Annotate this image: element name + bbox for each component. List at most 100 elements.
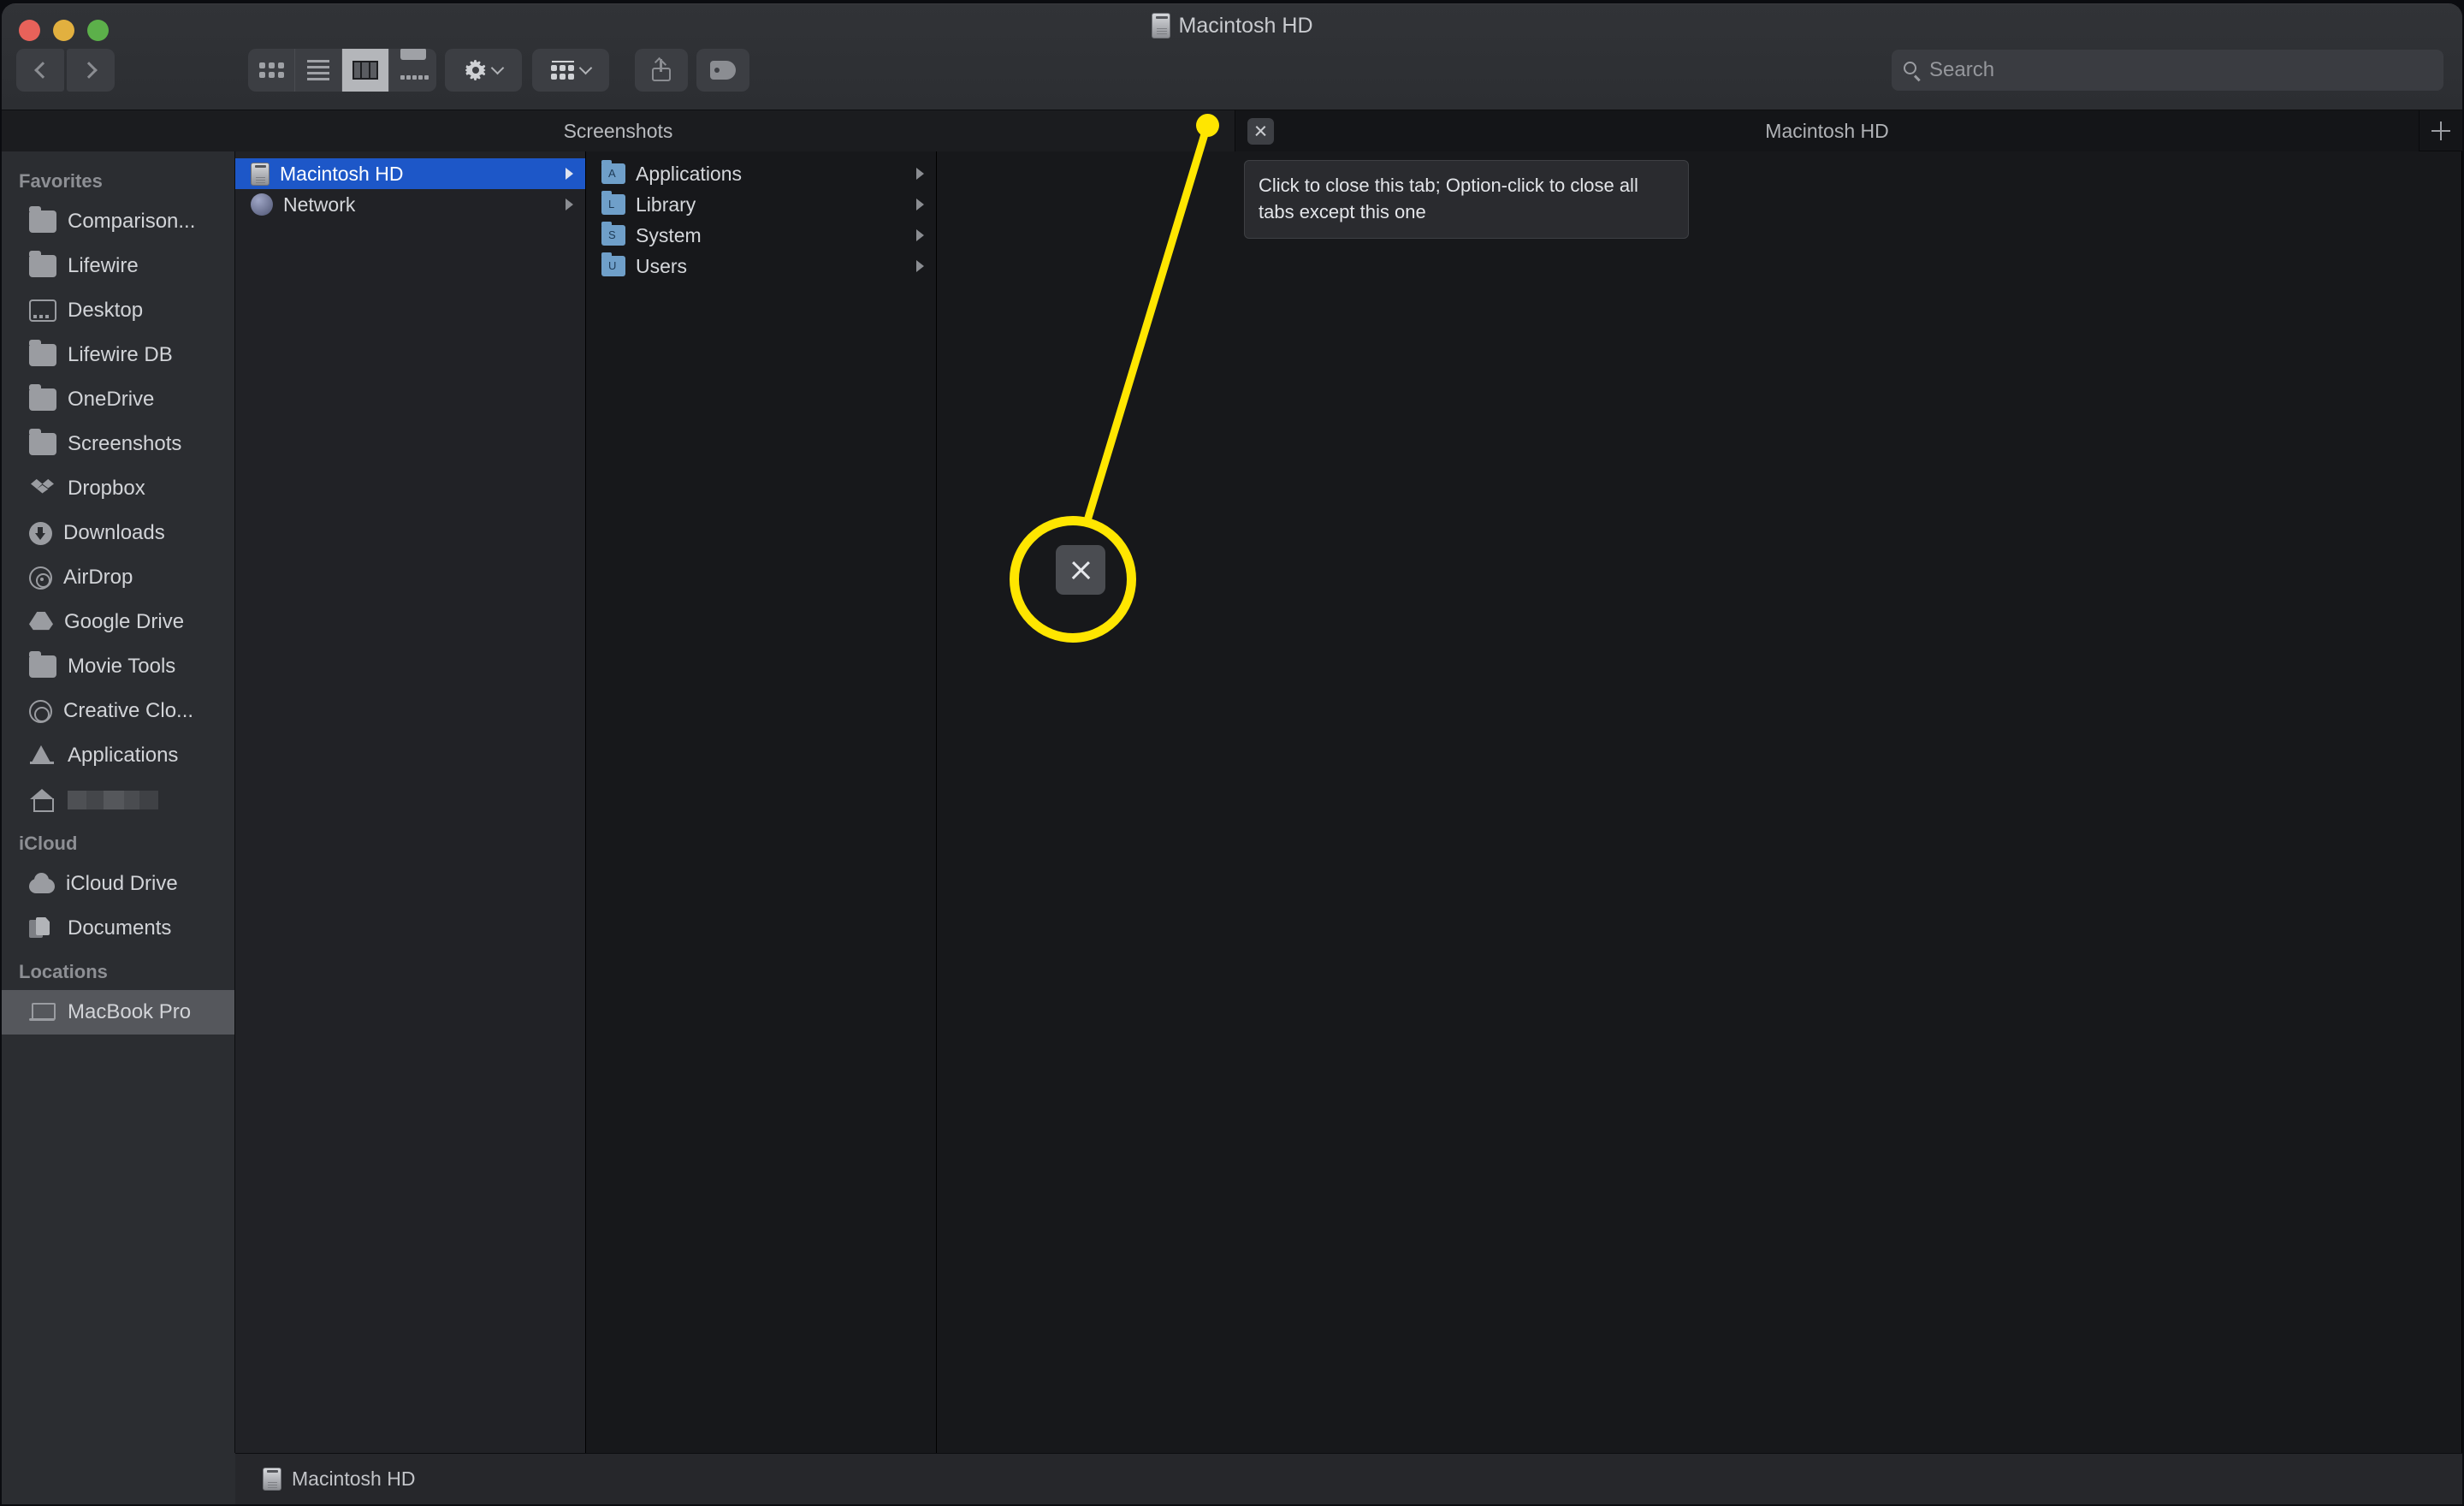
column-row-label: Network [283, 193, 356, 216]
sidebar-item-creative-cloud[interactable]: Creative Clo... [2, 689, 234, 733]
sidebar-item-comparison[interactable]: Comparison... [2, 199, 234, 244]
tab-label: Screenshots [563, 119, 673, 142]
forward-button[interactable] [67, 49, 115, 92]
sidebar-section-header-locations: Locations [19, 961, 108, 982]
column-row-label: Macintosh HD [280, 162, 404, 185]
column-view-button[interactable] [342, 49, 389, 92]
column-row-label: System [636, 223, 702, 246]
blue-folder-icon: A [601, 160, 625, 184]
search-field[interactable]: Search [1892, 50, 2443, 91]
share-button[interactable] [635, 49, 688, 92]
tab-screenshots[interactable]: Screenshots [2, 110, 1235, 151]
path-bar-label: Macintosh HD [292, 1467, 416, 1490]
icon-view-button[interactable] [248, 49, 295, 92]
sidebar-item-label: Lifewire [68, 254, 139, 277]
close-tab-button[interactable] [1247, 118, 1274, 145]
gallery-view-icon [385, 49, 436, 92]
disclosure-arrow-icon [916, 199, 924, 210]
search-placeholder: Search [1929, 58, 1995, 81]
documents-icon [29, 917, 56, 940]
chevron-down-icon [490, 61, 504, 75]
sidebar-item-screenshots[interactable]: Screenshots [2, 422, 234, 466]
folder-icon [29, 206, 56, 233]
chevron-right-icon [80, 62, 98, 79]
dropbox-icon [29, 477, 56, 500]
column-row-system[interactable]: S System [586, 220, 936, 251]
new-tab-button[interactable] [2420, 110, 2462, 151]
sidebar-item-label: Downloads [63, 521, 165, 544]
view-mode-segmented-control [248, 49, 436, 92]
sidebar-item-label: Desktop [68, 299, 144, 322]
creative-cloud-icon [29, 699, 52, 723]
list-view-button[interactable] [295, 49, 342, 92]
folder-icon [29, 340, 56, 366]
chevron-left-icon [33, 62, 51, 79]
column-row-network[interactable]: Network [235, 189, 585, 220]
sidebar-item-onedrive[interactable]: OneDrive [2, 377, 234, 422]
icon-view-icon [258, 62, 284, 78]
search-icon [1904, 62, 1921, 81]
blue-folder-icon: L [601, 191, 625, 215]
share-icon [652, 56, 671, 81]
disclosure-arrow-icon [916, 229, 924, 241]
arrange-menu-button[interactable] [532, 49, 609, 92]
redacted-username [68, 791, 158, 809]
sidebar-item-label: Applications [68, 744, 179, 767]
sidebar-item-label: MacBook Pro [68, 1000, 192, 1023]
sidebar-item-dropbox[interactable]: Dropbox [2, 466, 234, 511]
back-button[interactable] [16, 49, 64, 92]
sidebar-section-header-favorites: Favorites [19, 170, 103, 192]
sidebar-item-label: iCloud Drive [66, 872, 178, 895]
blue-folder-icon: U [601, 252, 625, 276]
column-view-icon [352, 61, 378, 80]
sidebar-item-google-drive[interactable]: Google Drive [2, 600, 234, 644]
sidebar-item-applications[interactable]: Applications [2, 733, 234, 778]
sidebar-item-documents[interactable]: Documents [2, 906, 234, 951]
folder-icon [29, 429, 56, 455]
tab-bar: Screenshots Macintosh HD [2, 110, 2462, 151]
arrange-icon [551, 60, 574, 80]
column-macintosh-hd: A Applications L Library S System U User… [586, 151, 937, 1504]
tab-macintosh-hd[interactable]: Macintosh HD [1235, 110, 2420, 151]
sidebar-item-lifewire[interactable]: Lifewire [2, 244, 234, 288]
tag-button[interactable] [696, 49, 749, 92]
window-title-text: Macintosh HD [1178, 13, 1313, 38]
sidebar-item-desktop[interactable]: Desktop [2, 288, 234, 333]
column-row-macintosh-hd[interactable]: Macintosh HD [235, 158, 585, 189]
sidebar-item-icloud-drive[interactable]: iCloud Drive [2, 862, 234, 906]
blue-folder-icon: S [601, 222, 625, 246]
window-body: Favorites Comparison... Lifewire Desktop… [2, 151, 2462, 1504]
airdrop-icon [29, 566, 52, 590]
hard-drive-icon [263, 1467, 281, 1491]
sidebar-item-label: OneDrive [68, 388, 155, 411]
sidebar-item-airdrop[interactable]: AirDrop [2, 555, 234, 600]
column-row-applications[interactable]: A Applications [586, 158, 936, 189]
action-menu-button[interactable] [445, 49, 522, 92]
disclosure-arrow-icon [916, 260, 924, 272]
plus-icon [2431, 121, 2450, 140]
column-row-library[interactable]: L Library [586, 189, 936, 220]
sidebar-item-home[interactable] [2, 778, 234, 822]
list-view-icon [307, 60, 329, 80]
folder-icon [29, 384, 56, 411]
sidebar-item-macbook-pro[interactable]: MacBook Pro [2, 990, 234, 1035]
sidebar-item-label: AirDrop [63, 566, 133, 589]
desktop-icon [29, 299, 56, 322]
navigation-buttons [16, 49, 115, 92]
folder-icon [29, 251, 56, 277]
disclosure-arrow-icon [916, 168, 924, 180]
sidebar: Favorites Comparison... Lifewire Desktop… [2, 151, 235, 1504]
sidebar-item-downloads[interactable]: Downloads [2, 511, 234, 555]
screenshot-root: Macintosh HD Search Screenshots Macintos… [0, 0, 2464, 1506]
sidebar-item-lifewire-db[interactable]: Lifewire DB [2, 333, 234, 377]
sidebar-item-label: Documents [68, 916, 172, 940]
google-drive-icon [29, 612, 53, 631]
tab-label: Macintosh HD [1765, 119, 1889, 142]
close-icon [1254, 125, 1267, 138]
column-empty-preview [937, 151, 2462, 1504]
column-row-users[interactable]: U Users [586, 251, 936, 282]
path-bar: Macintosh HD [235, 1453, 2462, 1504]
sidebar-item-movie-tools[interactable]: Movie Tools [2, 644, 234, 689]
gallery-view-button[interactable] [389, 49, 436, 92]
laptop-icon [29, 1001, 56, 1023]
